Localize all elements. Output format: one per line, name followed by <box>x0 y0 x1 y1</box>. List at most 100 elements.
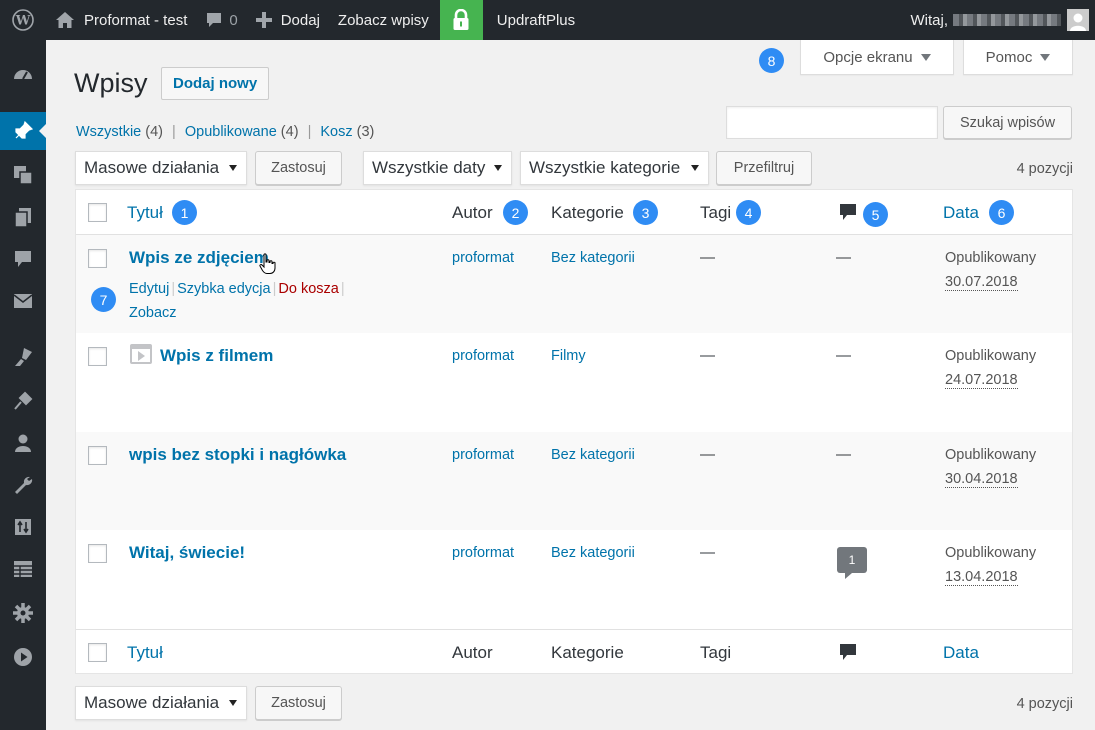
updraftplus-link[interactable]: UpdraftPlus <box>488 0 584 40</box>
filter-trash[interactable]: Kosz <box>320 124 352 140</box>
post-date: 24.07.2018 <box>945 372 1018 389</box>
screen-options-button[interactable]: Opcje ekranu <box>800 40 954 75</box>
wordpress-logo-icon[interactable]: W <box>0 0 46 40</box>
column-date[interactable]: Data <box>943 643 979 663</box>
edit-link[interactable]: Edytuj <box>129 281 169 297</box>
tools-icon[interactable] <box>0 466 46 504</box>
table-footer: Tytuł Autor Kategorie Tagi Data <box>76 629 1072 674</box>
caret-down-icon <box>229 165 237 171</box>
items-count-bottom: 4 pozycji <box>1016 696 1073 712</box>
users-icon[interactable] <box>0 424 46 462</box>
marker-2: 2 <box>503 200 528 225</box>
post-status: Opublikowany <box>945 545 1037 561</box>
separator: | <box>272 281 277 297</box>
plus-icon <box>255 12 272 28</box>
mail-icon[interactable] <box>0 282 46 320</box>
appearance-icon[interactable] <box>0 338 46 376</box>
dates-select[interactable]: Wszystkie daty <box>363 151 512 185</box>
comments-count: 0 <box>229 11 238 29</box>
add-new-link[interactable]: Dodaj <box>247 0 329 40</box>
plugins-icon[interactable] <box>0 382 46 420</box>
search-button[interactable]: Szukaj wpisów <box>943 106 1072 139</box>
dashboard-icon[interactable] <box>0 56 46 94</box>
comment-icon <box>207 13 222 27</box>
post-category-link[interactable]: Bez kategorii <box>551 250 635 266</box>
bulk-actions-select[interactable]: Masowe działania <box>75 151 247 185</box>
search-input[interactable] <box>726 106 938 139</box>
import-export-icon[interactable] <box>0 508 46 546</box>
help-button[interactable]: Pomoc <box>963 40 1073 75</box>
page-title: Wpisy <box>74 68 148 98</box>
post-author-link[interactable]: proformat <box>452 250 514 266</box>
row-checkbox[interactable] <box>88 446 107 465</box>
column-date[interactable]: Data <box>943 203 979 223</box>
post-tags: — <box>700 446 715 463</box>
select-all-checkbox[interactable] <box>88 643 107 662</box>
marker-6: 6 <box>989 200 1014 225</box>
main-content: 8 Opcje ekranu Pomoc Wpisy Dodaj nowy Ws… <box>46 40 1095 730</box>
view-link[interactable]: Zobacz <box>129 305 177 321</box>
post-author-link[interactable]: proformat <box>452 348 514 364</box>
post-title-link[interactable]: Wpis z filmem <box>160 346 273 366</box>
table-header: Tytuł 1 Autor 2 Kategorie 3 Tagi 4 5 Dat… <box>76 190 1072 235</box>
comments-link[interactable]: 0 <box>196 0 246 40</box>
trash-link[interactable]: Do kosza <box>278 281 338 297</box>
quick-edit-link[interactable]: Szybka edycja <box>177 281 271 297</box>
items-count: 4 pozycji <box>1016 161 1073 177</box>
post-title-link[interactable]: Wpis ze zdjęciem <box>129 248 269 268</box>
hand-cursor-icon <box>259 253 276 274</box>
post-author-link[interactable]: proformat <box>452 447 514 463</box>
column-title[interactable]: Tytuł <box>127 643 163 663</box>
row-checkbox[interactable] <box>88 249 107 268</box>
categories-select[interactable]: Wszystkie kategorie <box>520 151 709 185</box>
site-name: Proformat - test <box>84 11 188 29</box>
comment-count-bubble[interactable]: 1 <box>837 547 867 579</box>
post-tags: — <box>700 249 715 266</box>
post-author-link[interactable]: proformat <box>452 545 514 561</box>
column-author: Autor <box>452 643 493 662</box>
add-new-button[interactable]: Dodaj nowy <box>161 67 270 100</box>
post-tags: — <box>700 347 715 364</box>
comments-column-icon[interactable] <box>839 643 857 663</box>
column-tags: Tagi <box>700 203 732 222</box>
lock-icon[interactable] <box>439 0 483 40</box>
site-name-link[interactable]: Proformat - test <box>46 0 196 40</box>
bulk-actions-select-bottom[interactable]: Masowe działania <box>75 686 247 720</box>
settings-icon[interactable] <box>0 594 46 632</box>
play-icon[interactable] <box>0 638 46 676</box>
select-all-checkbox[interactable] <box>88 203 107 222</box>
table-icon[interactable] <box>0 550 46 588</box>
post-category-link[interactable]: Bez kategorii <box>551 545 635 561</box>
categories-label: Wszystkie kategorie <box>529 158 681 177</box>
pages-icon[interactable] <box>0 198 46 236</box>
caret-down-icon <box>920 53 931 61</box>
column-categories: Kategorie <box>551 643 624 662</box>
filter-button[interactable]: Przefiltruj <box>716 151 812 185</box>
post-category-link[interactable]: Filmy <box>551 348 586 364</box>
caret-down-icon <box>691 165 699 171</box>
filter-all[interactable]: Wszystkie <box>76 124 141 140</box>
column-categories: Kategorie <box>551 203 624 222</box>
comments-icon[interactable] <box>0 240 46 278</box>
media-icon[interactable] <box>0 156 46 194</box>
row-checkbox[interactable] <box>88 544 107 563</box>
help-label: Pomoc <box>985 48 1033 66</box>
filter-published[interactable]: Opublikowane <box>185 124 277 140</box>
separator: | <box>307 124 312 140</box>
row-checkbox[interactable] <box>88 347 107 366</box>
apply-button[interactable]: Zastosuj <box>255 151 342 185</box>
avatar <box>1067 9 1089 31</box>
comments-column-icon[interactable] <box>839 203 857 223</box>
add-new-label: Dodaj <box>280 11 320 29</box>
column-title[interactable]: Tytuł <box>127 203 163 223</box>
post-title-link[interactable]: Witaj, świecie! <box>129 543 245 563</box>
admin-bar: W Proformat - test 0 Dodaj Zobacz wpisy … <box>0 0 1095 40</box>
apply-button-bottom[interactable]: Zastosuj <box>255 686 342 720</box>
view-posts-link[interactable]: Zobacz wpisy <box>329 0 438 40</box>
svg-text:W: W <box>15 14 31 29</box>
posts-table: Tytuł 1 Autor 2 Kategorie 3 Tagi 4 5 Dat… <box>75 189 1073 674</box>
account-menu[interactable]: Witaj, <box>902 0 1095 40</box>
post-category-link[interactable]: Bez kategorii <box>551 447 635 463</box>
post-title-link[interactable]: wpis bez stopki i nagłówka <box>129 445 346 465</box>
posts-icon[interactable] <box>0 112 46 150</box>
